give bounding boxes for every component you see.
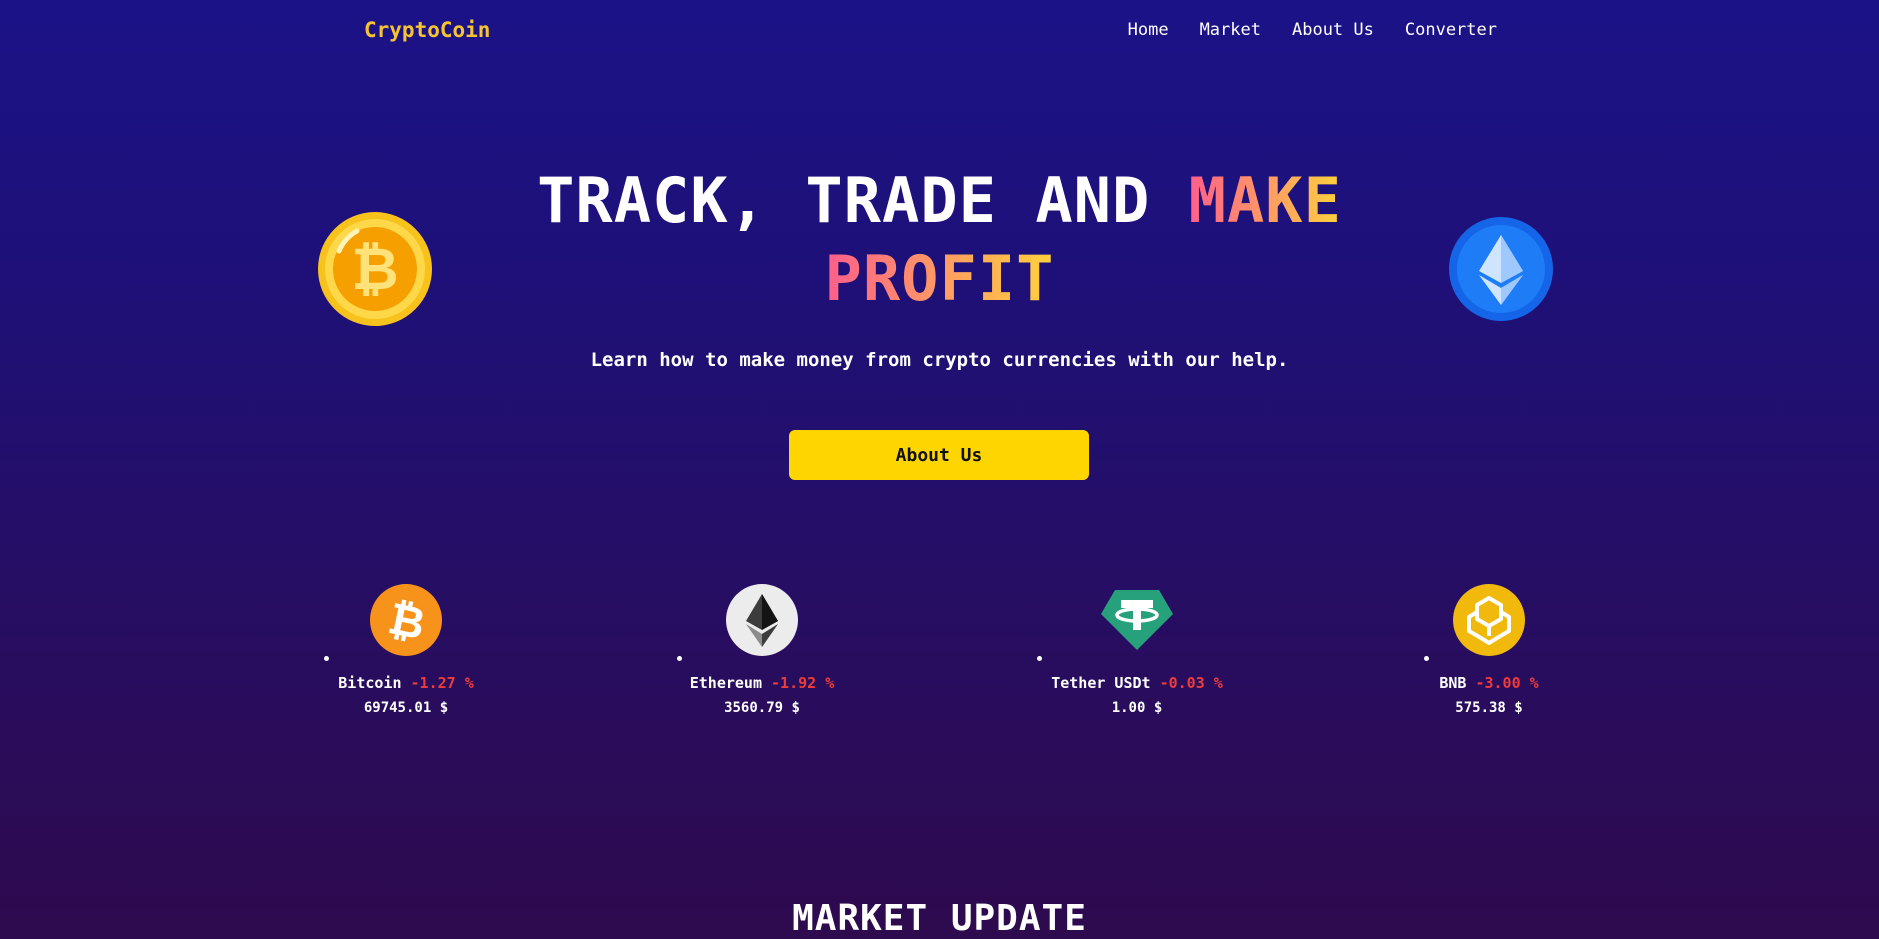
coin-card-tether[interactable]: Tether USDt -0.03 % 1.00 $ xyxy=(1007,580,1267,716)
ethereum-icon xyxy=(726,584,798,656)
nav-links: Home Market About Us Converter xyxy=(1128,20,1497,40)
coin-name: Tether USDt xyxy=(1051,674,1151,692)
coin-name: Ethereum xyxy=(689,674,762,692)
navbar: CryptoCoin Home Market About Us Converte… xyxy=(0,0,1879,62)
coin-change: -1.27 % xyxy=(410,674,474,692)
list-bullet xyxy=(677,656,682,661)
coin-change: -3.00 % xyxy=(1475,674,1539,692)
list-bullet xyxy=(1424,656,1429,661)
coin-name-line: Tether USDt -0.03 % xyxy=(1007,674,1267,692)
hero-title-highlight-make: MAKE xyxy=(1188,164,1342,237)
list-bullet xyxy=(1037,656,1042,661)
coin-name: BNB xyxy=(1439,674,1467,692)
coin-price: 3560.79 $ xyxy=(724,700,800,716)
bitcoin-icon: ₿ xyxy=(370,584,442,656)
coin-price: 69745.01 $ xyxy=(363,700,449,716)
coin-name: Bitcoin xyxy=(338,674,402,692)
brand-logo-link[interactable]: CryptoCoin xyxy=(364,18,490,42)
coin-change: -1.92 % xyxy=(771,674,835,692)
tether-icon xyxy=(1101,590,1173,650)
nav-link-converter[interactable]: Converter xyxy=(1405,20,1497,40)
coin-name-line: BNB -3.00 % xyxy=(1359,674,1619,692)
market-update-title: MARKET UPDATE xyxy=(792,898,1087,939)
nav-link-home[interactable]: Home xyxy=(1128,20,1169,40)
coin-price: 575.38 $ xyxy=(1455,700,1523,716)
hero-title: TRACK, TRADE AND MAKE PROFIT xyxy=(0,162,1879,318)
list-bullet xyxy=(324,656,329,661)
bnb-icon xyxy=(1453,584,1525,656)
coin-name-line: Ethereum -1.92 % xyxy=(632,674,892,692)
nav-link-about-us[interactable]: About Us xyxy=(1292,20,1374,40)
hero-subtitle: Learn how to make money from crypto curr… xyxy=(590,349,1289,371)
coin-card-ethereum[interactable]: Ethereum -1.92 % 3560.79 $ xyxy=(632,580,892,716)
coin-card-bitcoin[interactable]: ₿ Bitcoin -1.27 % 69745.01 $ xyxy=(276,580,536,716)
coin-price: 1.00 $ xyxy=(1111,700,1163,716)
hero-title-plain: TRACK, TRADE AND xyxy=(537,164,1189,237)
coin-change: -0.03 % xyxy=(1159,674,1223,692)
coin-card-bnb[interactable]: BNB -3.00 % 575.38 $ xyxy=(1359,580,1619,716)
nav-link-market[interactable]: Market xyxy=(1200,20,1261,40)
coin-ticker: ₿ Bitcoin -1.27 % 69745.01 $ Ethereum -1… xyxy=(0,580,1879,720)
hero-title-highlight-profit: PROFIT xyxy=(824,242,1055,315)
coin-name-line: Bitcoin -1.27 % xyxy=(276,674,536,692)
about-us-button[interactable]: About Us xyxy=(789,430,1089,480)
